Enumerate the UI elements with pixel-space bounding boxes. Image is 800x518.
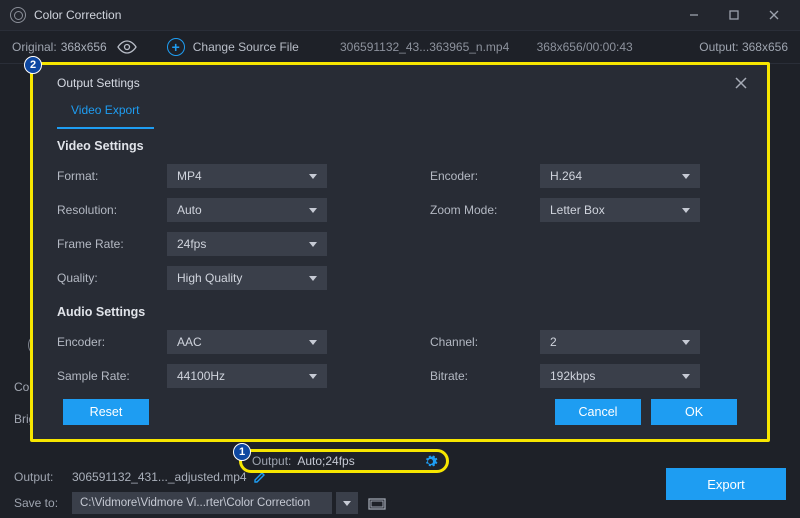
output-summary-callout: 1 Output: Auto;24fps <box>239 449 449 473</box>
callout-2-badge: 2 <box>24 56 42 74</box>
output-file-label: Output: <box>14 470 72 484</box>
output-summary-label: Output: <box>252 454 291 468</box>
chevron-down-icon <box>309 340 317 345</box>
resolution-select[interactable]: Auto <box>167 198 327 222</box>
chevron-down-icon <box>343 501 351 506</box>
quality-label: Quality: <box>57 271 167 285</box>
audio-encoder-label: Encoder: <box>57 335 167 349</box>
zoom-mode-label: Zoom Mode: <box>430 203 540 217</box>
source-file-meta: 306591132_43...363965_n.mp4 368x656/00:0… <box>340 40 633 54</box>
output-summary-value: Auto;24fps <box>297 454 423 468</box>
bitrate-select[interactable]: 192kbps <box>540 364 700 388</box>
source-filename: 306591132_43...363965_n.mp4 <box>340 40 509 54</box>
framerate-label: Frame Rate: <box>57 237 167 251</box>
callout-1-badge: 1 <box>233 443 251 461</box>
saveto-label: Save to: <box>14 496 72 510</box>
framerate-select[interactable]: 24fps <box>167 232 327 256</box>
preview-toggle-icon[interactable] <box>117 40 137 54</box>
tab-video-export[interactable]: Video Export <box>57 97 154 129</box>
saveto-path-field[interactable]: C:\Vidmore\Vidmore Vi...rter\Color Corre… <box>72 492 332 514</box>
video-settings-heading: Video Settings <box>33 129 767 159</box>
dialog-tabs: Video Export <box>33 97 767 129</box>
dialog-title: Output Settings <box>57 76 140 90</box>
video-encoder-label: Encoder: <box>430 169 540 183</box>
cancel-button[interactable]: Cancel <box>555 399 641 425</box>
format-select[interactable]: MP4 <box>167 164 327 188</box>
titlebar: Color Correction <box>0 0 800 30</box>
minimize-button[interactable] <box>674 2 714 28</box>
bitrate-label: Bitrate: <box>430 369 540 383</box>
top-info-bar: Original: 368x656 + Change Source File 3… <box>0 30 800 64</box>
output-settings-dialog: 2 Output Settings Video Export Video Set… <box>30 62 770 442</box>
output-settings-gear-icon[interactable] <box>423 454 438 469</box>
chevron-down-icon <box>309 276 317 281</box>
ok-button[interactable]: OK <box>651 399 737 425</box>
change-source-link[interactable]: Change Source File <box>193 40 299 54</box>
window-title: Color Correction <box>34 8 121 22</box>
output-info: Output: 368x656 <box>699 40 788 54</box>
chevron-down-icon <box>682 374 690 379</box>
sample-rate-select[interactable]: 44100Hz <box>167 364 327 388</box>
format-label: Format: <box>57 169 167 183</box>
chevron-down-icon <box>682 174 690 179</box>
audio-settings-heading: Audio Settings <box>33 295 767 325</box>
quality-select[interactable]: High Quality <box>167 266 327 290</box>
add-icon[interactable]: + <box>167 38 185 56</box>
sample-rate-label: Sample Rate: <box>57 369 167 383</box>
audio-encoder-select[interactable]: AAC <box>167 330 327 354</box>
saveto-dropdown[interactable] <box>336 492 358 514</box>
output-file-name: 306591132_431..._adjusted.mp4 <box>72 470 247 484</box>
app-icon <box>10 7 26 23</box>
chevron-down-icon <box>309 374 317 379</box>
reset-button[interactable]: Reset <box>63 399 149 425</box>
dialog-close-button[interactable] <box>733 75 749 91</box>
close-button[interactable] <box>754 2 794 28</box>
channel-select[interactable]: 2 <box>540 330 700 354</box>
chevron-down-icon <box>309 242 317 247</box>
resolution-label: Resolution: <box>57 203 167 217</box>
open-folder-icon[interactable] <box>368 496 386 510</box>
chevron-down-icon <box>682 340 690 345</box>
chevron-down-icon <box>682 208 690 213</box>
chevron-down-icon <box>309 208 317 213</box>
video-encoder-select[interactable]: H.264 <box>540 164 700 188</box>
export-button[interactable]: Export <box>666 468 786 500</box>
original-value: 368x656 <box>61 40 107 54</box>
channel-label: Channel: <box>430 335 540 349</box>
source-file-info: 368x656/00:00:43 <box>537 40 633 54</box>
zoom-mode-select[interactable]: Letter Box <box>540 198 700 222</box>
output-value: 368x656 <box>742 40 788 54</box>
output-label: Output: <box>699 40 738 54</box>
maximize-button[interactable] <box>714 2 754 28</box>
chevron-down-icon <box>309 174 317 179</box>
original-label: Original: <box>12 40 57 54</box>
